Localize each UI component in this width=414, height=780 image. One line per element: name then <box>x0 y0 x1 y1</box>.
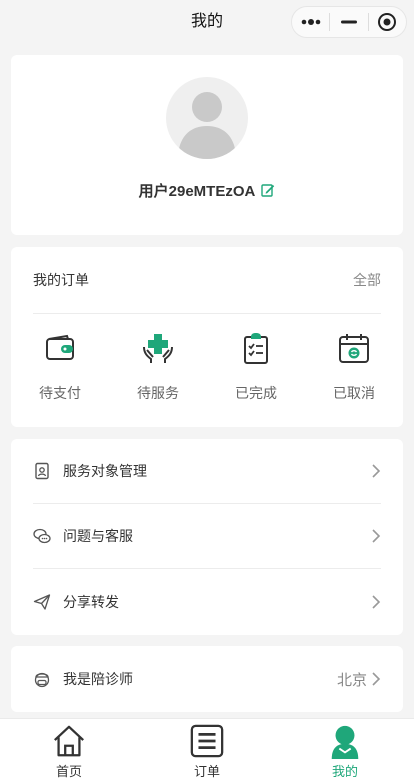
more-button[interactable] <box>292 7 329 37</box>
menu-item-service-recipients[interactable]: 服务对象管理 <box>33 439 381 504</box>
username-row: 用户29eMTEzOA <box>11 179 403 201</box>
edit-icon[interactable] <box>261 183 275 197</box>
more-dots-icon <box>301 19 320 25</box>
tab-home[interactable]: 首页 <box>0 719 138 780</box>
id-card-icon <box>35 462 49 480</box>
tab-label: 订单 <box>193 764 220 779</box>
tab-mine[interactable]: 我的 <box>276 719 414 780</box>
order-status-label: 已取消 <box>333 385 375 401</box>
miniprogram-capsule <box>291 6 407 38</box>
menu-item-escort[interactable]: 我是陪诊师 北京 <box>33 646 381 712</box>
chevron-right-icon <box>372 594 381 609</box>
order-status-cancelled[interactable]: 已取消 <box>305 331 403 411</box>
order-status-pending-payment[interactable]: 待支付 <box>11 331 109 411</box>
default-avatar-icon <box>178 92 236 159</box>
tab-label: 我的 <box>331 764 358 779</box>
menu-item-share[interactable]: 分享转发 <box>33 569 381 634</box>
order-status-list: 待支付 待服务 已完成 已取消 <box>11 331 403 411</box>
orders-header: 我的订单 全部 <box>33 247 381 314</box>
city-selector[interactable]: 北京 <box>337 669 381 690</box>
nurse-icon <box>34 672 50 688</box>
list-icon <box>190 724 224 758</box>
menu-item-label: 问题与客服 <box>63 528 133 544</box>
settings-menu-card: 服务对象管理 问题与客服 分享转发 <box>11 439 403 635</box>
order-status-label: 待服务 <box>137 385 179 401</box>
orders-title: 我的订单 <box>33 272 89 288</box>
escort-card: 我是陪诊师 北京 <box>11 646 403 712</box>
menu-item-label: 服务对象管理 <box>63 463 147 479</box>
navigation-bar: 我的 <box>0 0 414 44</box>
tab-label: 首页 <box>55 764 82 779</box>
profile-card: 用户29eMTEzOA <box>11 55 403 235</box>
tab-orders[interactable]: 订单 <box>138 719 276 780</box>
home-icon <box>54 725 84 757</box>
close-miniprogram-button[interactable] <box>369 7 406 37</box>
orders-card: 我的订单 全部 待支付 待服务 已完成 已取消 <box>11 247 403 427</box>
city-label: 北京 <box>336 671 367 689</box>
order-status-label: 已完成 <box>235 385 277 401</box>
paper-plane-icon <box>33 593 51 610</box>
target-circle-icon <box>378 13 397 31</box>
calendar-refresh-icon <box>339 334 369 363</box>
menu-arrow <box>371 594 381 609</box>
wallet-icon <box>46 334 74 360</box>
order-status-pending-service[interactable]: 待服务 <box>109 331 207 411</box>
order-status-label: 待支付 <box>39 385 81 401</box>
chevron-right-icon <box>372 464 381 478</box>
medical-care-icon <box>143 334 173 363</box>
menu-arrow <box>371 529 381 543</box>
minimize-button[interactable] <box>330 7 367 37</box>
menu-arrow <box>371 464 381 478</box>
menu-item-support[interactable]: 问题与客服 <box>33 504 381 569</box>
username: 用户29eMTEzOA <box>138 182 256 200</box>
tab-bar: 首页 订单 我的 <box>0 718 414 780</box>
order-status-completed[interactable]: 已完成 <box>207 331 305 411</box>
user-icon <box>331 725 359 759</box>
chat-bubbles-icon <box>33 528 51 544</box>
chevron-right-icon <box>372 529 381 543</box>
clipboard-check-icon <box>244 333 268 364</box>
menu-item-label: 我是陪诊师 <box>63 671 133 687</box>
menu-item-label: 分享转发 <box>63 593 119 610</box>
avatar[interactable] <box>166 77 248 159</box>
chevron-right-icon <box>372 672 381 686</box>
minus-icon <box>340 20 357 24</box>
all-orders-link[interactable]: 全部 <box>353 270 381 290</box>
